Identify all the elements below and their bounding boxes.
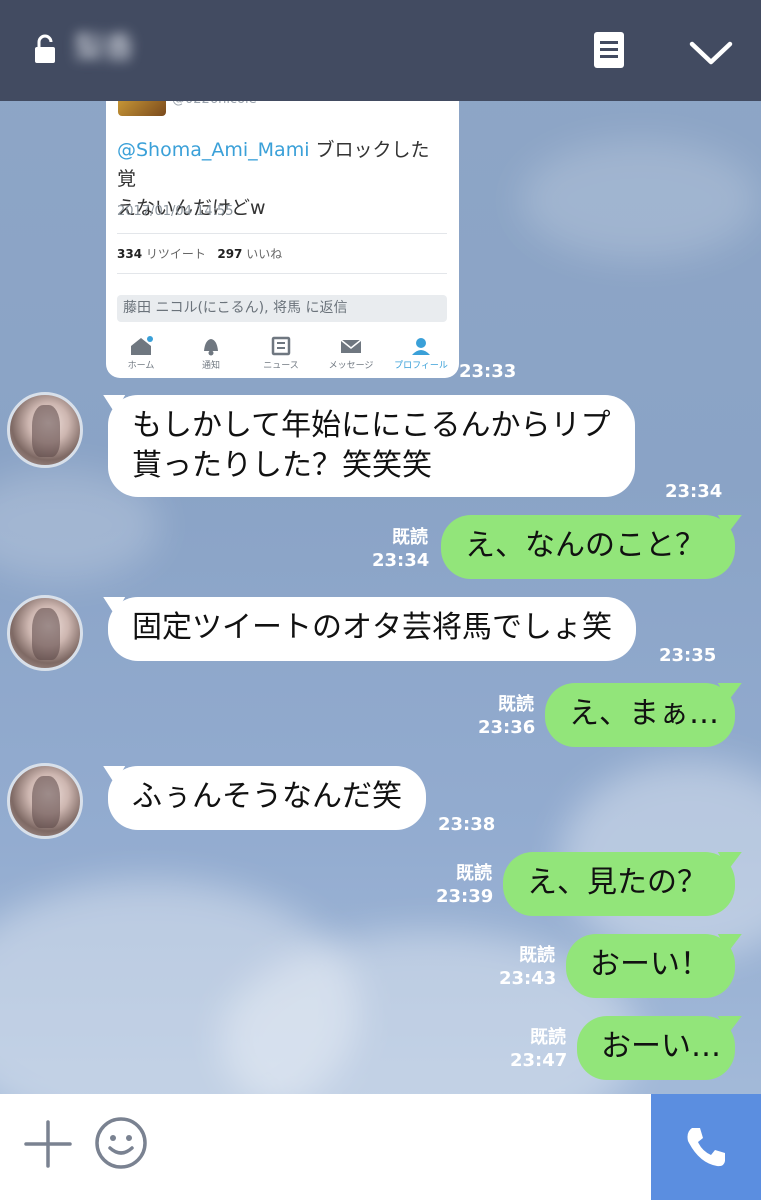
lock-icon bbox=[35, 34, 55, 63]
message-time: 23:35 bbox=[659, 645, 717, 666]
emoji-icon[interactable] bbox=[94, 1116, 148, 1170]
read-status: 既読 23:34 bbox=[372, 526, 430, 572]
read-status: 既読 23:43 bbox=[499, 944, 557, 990]
tweet-mention: @Shoma_Ami_Mami bbox=[117, 139, 310, 161]
divider bbox=[117, 273, 447, 274]
phone-icon bbox=[687, 1128, 725, 1167]
message-text: ふぅんそうなんだ笑 bbox=[132, 779, 402, 814]
read-label: 既読 bbox=[530, 1027, 566, 1048]
message-time: 23:34 bbox=[372, 550, 430, 571]
message-input-bar bbox=[0, 1094, 761, 1200]
news-icon bbox=[271, 336, 291, 356]
call-button[interactable] bbox=[651, 1094, 761, 1200]
outgoing-message-bubble[interactable]: え、なんのこと？ bbox=[441, 515, 735, 579]
outgoing-message-bubble[interactable]: おーい… bbox=[577, 1016, 735, 1080]
profile-icon bbox=[412, 338, 430, 355]
mail-icon bbox=[340, 339, 362, 353]
home-icon bbox=[131, 336, 153, 355]
nav-label: ホーム bbox=[127, 361, 155, 371]
message-time: 23:39 bbox=[436, 886, 494, 907]
read-label: 既読 bbox=[498, 694, 534, 715]
message-time: 23:36 bbox=[478, 717, 536, 738]
incoming-message-bubble[interactable]: ふぅんそうなんだ笑 bbox=[108, 766, 426, 830]
message-time: 23:33 bbox=[459, 361, 517, 382]
tweet-stats: 334 リツイート 297 いいね bbox=[117, 245, 282, 262]
tweet-nav-news: ニュース bbox=[246, 336, 316, 371]
read-status: 既読 23:39 bbox=[436, 862, 494, 908]
contact-name[interactable]: 梨香 bbox=[74, 28, 134, 70]
nav-label: メッセージ bbox=[328, 361, 374, 371]
message-text: え、見たの？ bbox=[527, 865, 707, 900]
chevron-down-icon[interactable] bbox=[688, 38, 734, 68]
message-text: え、まぁ… bbox=[569, 696, 719, 731]
message-time: 23:34 bbox=[665, 481, 723, 502]
nav-label: プロフィール bbox=[394, 361, 448, 371]
tweet-date: 2017/01/04 14:55 bbox=[117, 204, 234, 219]
outgoing-message-bubble[interactable]: え、まぁ… bbox=[545, 683, 735, 747]
read-label: 既読 bbox=[519, 945, 555, 966]
message-text: おーい！ bbox=[590, 947, 710, 982]
contact-avatar[interactable] bbox=[7, 595, 83, 671]
nav-label: ニュース bbox=[263, 361, 299, 371]
tweet-nav-home: ホーム bbox=[106, 336, 176, 371]
message-time: 23:43 bbox=[499, 968, 557, 989]
tweet-nav-notifications: 通知 bbox=[176, 336, 246, 371]
bell-icon bbox=[204, 339, 218, 356]
chat-header: 梨香 bbox=[0, 0, 761, 101]
like-label: いいね bbox=[246, 247, 283, 261]
incoming-message-bubble[interactable]: 固定ツイートのオタ芸将馬でしょ笑 bbox=[108, 597, 636, 661]
outgoing-message-bubble[interactable]: え、見たの？ bbox=[503, 852, 735, 916]
like-count: 297 bbox=[217, 247, 243, 261]
read-status: 既読 23:47 bbox=[510, 1026, 568, 1072]
contact-avatar[interactable] bbox=[7, 392, 83, 468]
divider bbox=[117, 233, 447, 234]
message-time: 23:47 bbox=[510, 1050, 568, 1071]
message-text: おーい… bbox=[601, 1029, 721, 1064]
message-text: え、なんのこと？ bbox=[465, 528, 705, 563]
outgoing-message-bubble[interactable]: おーい！ bbox=[566, 934, 735, 998]
tweet-nav-profile: プロフィール bbox=[386, 336, 456, 371]
message-text: もしかして年始ににこるんからリプ bbox=[132, 408, 611, 443]
tweet-tab-bar: ホーム 通知 ニュース メッセージ プロフィール bbox=[106, 336, 459, 378]
nav-label: 通知 bbox=[201, 361, 220, 371]
read-label: 既読 bbox=[456, 863, 492, 884]
retweet-label: リツイート bbox=[145, 247, 206, 261]
image-message-tweet-screenshot[interactable]: @0226nicole @Shoma_Ami_Mami ブロックした覚 えないん… bbox=[106, 90, 459, 378]
read-label: 既読 bbox=[392, 527, 428, 548]
read-status: 既読 23:36 bbox=[478, 693, 536, 739]
tweet-nav-messages: メッセージ bbox=[316, 336, 386, 371]
menu-icon[interactable] bbox=[592, 30, 626, 70]
incoming-message-bubble[interactable]: もしかして年始ににこるんからリプ 貰ったりした？笑笑笑 bbox=[108, 395, 635, 497]
retweet-count: 334 bbox=[117, 247, 143, 261]
message-text: 貰ったりした？笑笑笑 bbox=[132, 448, 432, 483]
tweet-reply-box: 藤田 ニコル(にこるん), 将馬 に返信 bbox=[117, 295, 447, 322]
message-time: 23:38 bbox=[438, 814, 496, 835]
message-text: 固定ツイートのオタ芸将馬でしょ笑 bbox=[132, 610, 612, 645]
plus-icon[interactable] bbox=[22, 1118, 74, 1170]
contact-avatar[interactable] bbox=[7, 763, 83, 839]
